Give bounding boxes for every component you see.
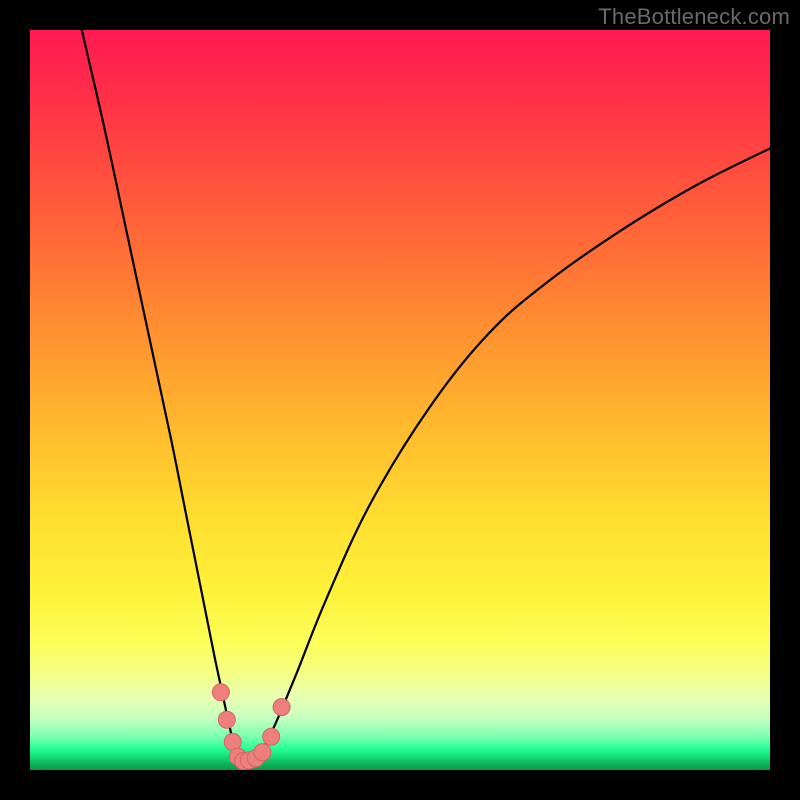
marker-point: [241, 752, 258, 769]
marker-point: [247, 750, 264, 767]
chart-frame: TheBottleneck.com: [0, 0, 800, 800]
marker-point: [212, 684, 229, 701]
marker-point: [229, 748, 246, 765]
marker-point: [235, 753, 252, 770]
chart-svg: [30, 30, 770, 770]
highlight-markers: [212, 684, 290, 770]
marker-point: [273, 699, 290, 716]
marker-point: [224, 733, 241, 750]
bottleneck-curve: [82, 30, 770, 763]
marker-point: [263, 728, 280, 745]
marker-point: [218, 711, 235, 728]
chart-plot-area: [30, 30, 770, 770]
marker-point: [254, 744, 271, 761]
watermark-text: TheBottleneck.com: [598, 4, 790, 30]
